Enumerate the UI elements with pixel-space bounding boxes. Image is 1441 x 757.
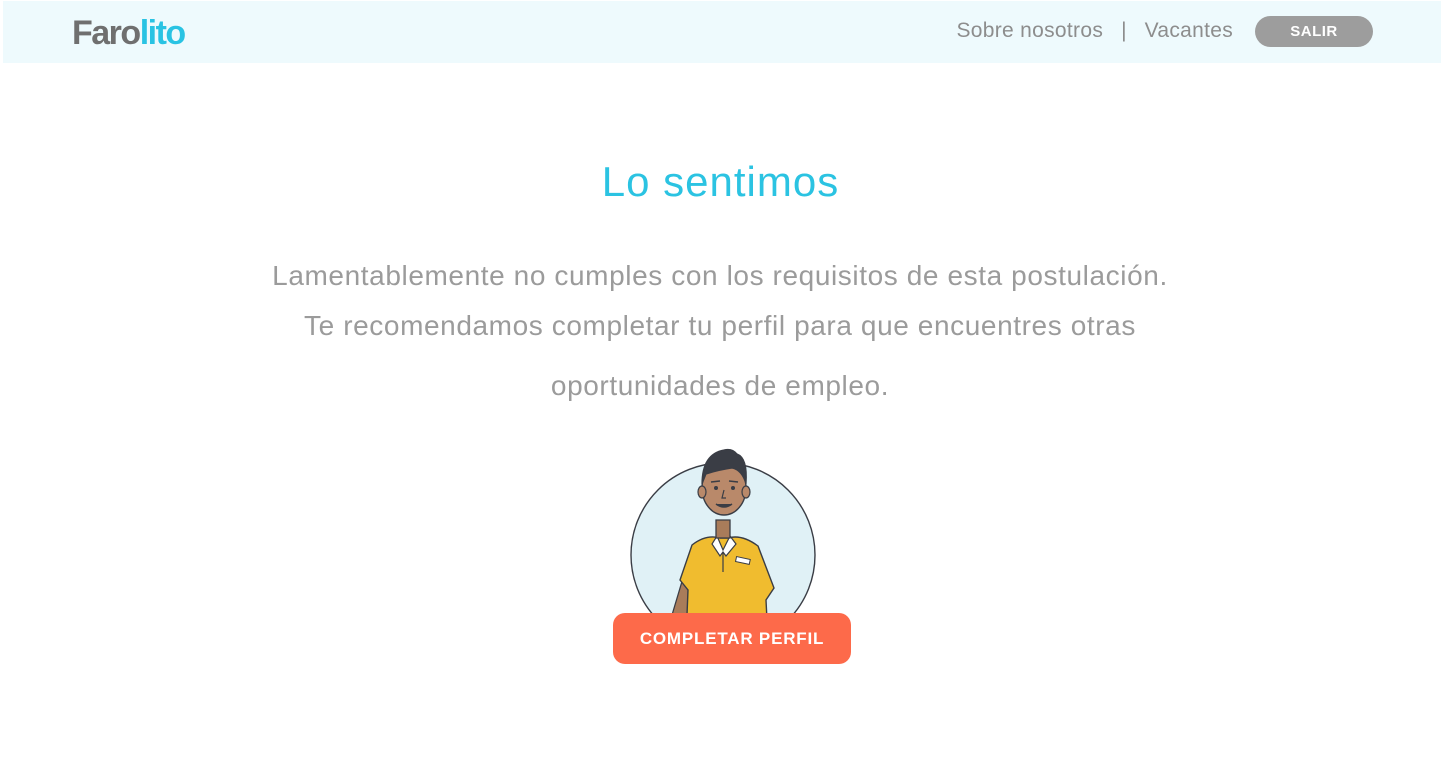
nav-link-about[interactable]: Sobre nosotros: [957, 19, 1104, 43]
page-title: Lo sentimos: [601, 158, 840, 205]
person-illustration: [630, 448, 816, 620]
message-line-3: oportunidades de empleo.: [550, 370, 890, 401]
top-navbar: Faro lito Sobre nosotros | Vacantes SALIR: [3, 1, 1441, 63]
page: Faro lito Sobre nosotros | Vacantes SALIR…: [0, 0, 1441, 757]
complete-profile-button[interactable]: COMPLETAR PERFIL: [613, 613, 851, 664]
logo-text-part2: lito: [139, 14, 186, 52]
logout-button[interactable]: SALIR: [1255, 15, 1373, 47]
message-line-2: Te recomendamos completar tu perfil para…: [304, 310, 1136, 341]
nav-separator: |: [1121, 19, 1127, 42]
farolito-logo[interactable]: Faro lito: [72, 14, 186, 52]
nav-link-vacancies[interactable]: Vacantes: [1145, 19, 1233, 43]
main-nav: Sobre nosotros | Vacantes SALIR: [957, 15, 1373, 47]
rejection-message: Lamentablemente no cumples con los requi…: [220, 252, 1220, 412]
logo-text-part1: Faro: [72, 14, 141, 52]
message-line-1: Lamentablemente no cumples con los requi…: [272, 260, 1168, 291]
